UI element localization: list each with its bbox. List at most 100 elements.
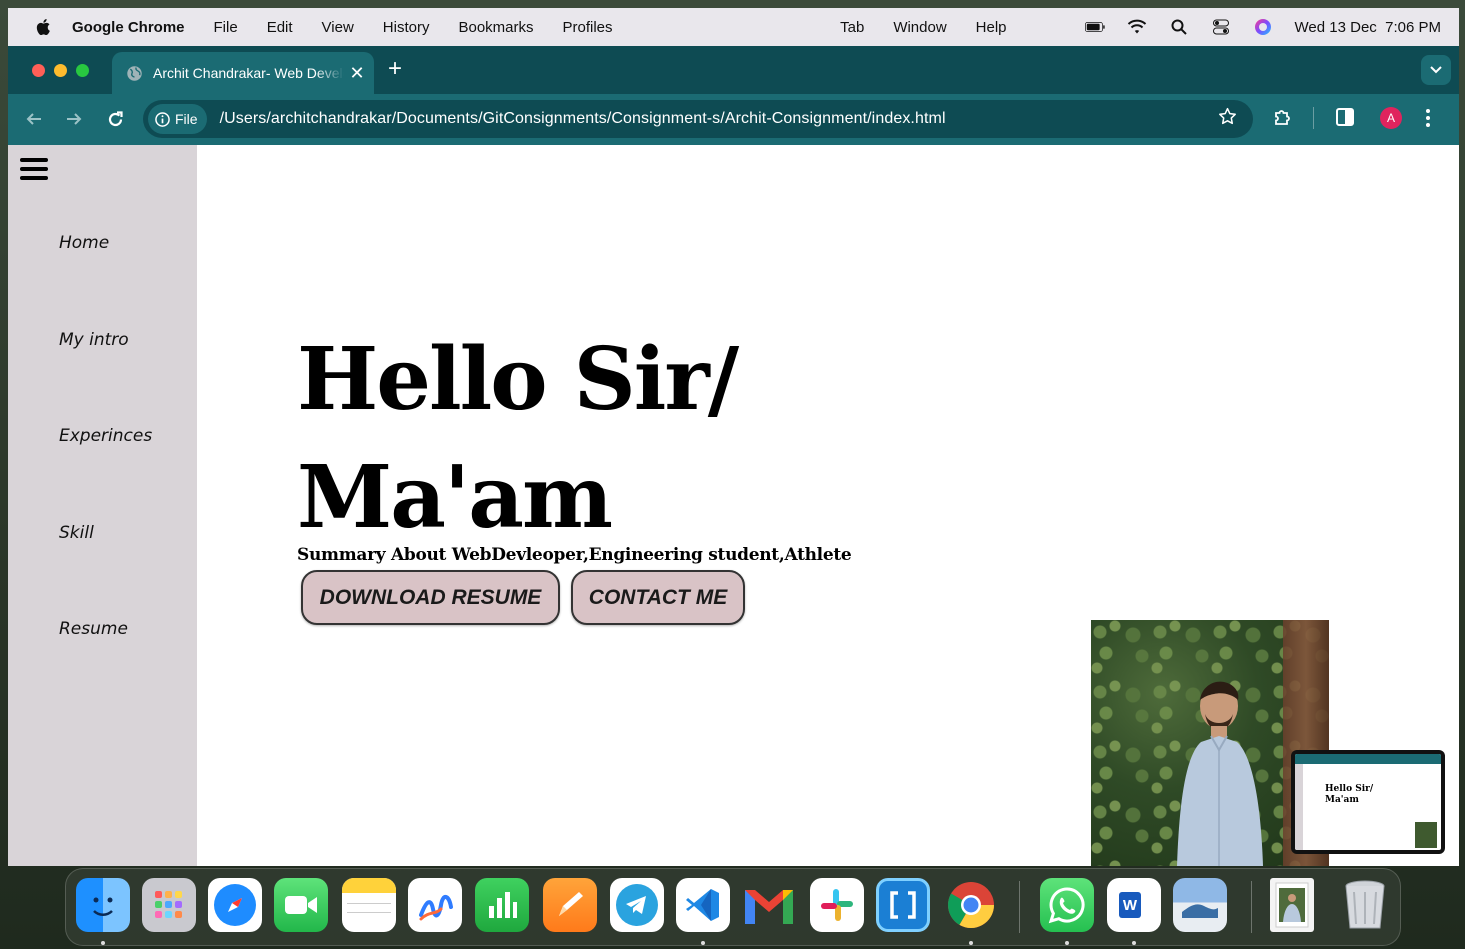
nav-link-resume[interactable]: Resume	[59, 619, 128, 639]
tab-strip: Archit Chandrakar- Web Developer ✕ +	[8, 46, 1459, 94]
pip-heading-line-1: Hello Sir/	[1325, 784, 1374, 794]
finder-icon[interactable]	[76, 878, 130, 932]
menu-view[interactable]: View	[322, 19, 354, 36]
pip-heading: Hello Sir/ Ma'am	[1325, 784, 1373, 806]
close-window-button[interactable]	[32, 63, 45, 77]
person-figure	[1177, 681, 1263, 866]
hamburger-menu-icon[interactable]	[20, 158, 48, 182]
contact-me-button[interactable]: CONTACT ME	[571, 570, 745, 625]
finder-running-dot	[101, 941, 105, 945]
window-controls	[32, 63, 89, 77]
tab-close-icon[interactable]: ✕	[344, 63, 370, 84]
profile-avatar[interactable]: A	[1380, 107, 1402, 129]
word-running-dot	[1132, 941, 1136, 945]
toolbar-divider	[1313, 107, 1314, 129]
side-panel-icon[interactable]	[1336, 108, 1356, 128]
nav-link-skill[interactable]: Skill	[59, 523, 94, 543]
pip-toolbar	[1295, 754, 1441, 764]
macos-dock: W	[65, 868, 1401, 946]
new-tab-button[interactable]: +	[388, 56, 402, 82]
brackets-icon[interactable]	[876, 878, 930, 932]
forward-button[interactable]	[64, 109, 84, 129]
whatsapp-icon[interactable]	[1040, 878, 1094, 932]
dock-separator	[1019, 881, 1020, 933]
pages-icon[interactable]	[543, 878, 597, 932]
back-button[interactable]	[24, 109, 44, 129]
pip-photo	[1415, 822, 1437, 848]
url-text[interactable]: /Users/architchandrakar/Documents/GitCon…	[220, 110, 1218, 128]
notes-icon-header	[342, 878, 396, 893]
hero-heading: Hello Sir/ Ma'am	[297, 321, 739, 557]
pip-screen: Hello Sir/ Ma'am	[1295, 754, 1441, 850]
whatsapp-running-dot	[1065, 941, 1069, 945]
telegram-icon[interactable]	[610, 878, 664, 932]
menu-profiles[interactable]: Profiles	[563, 19, 613, 36]
active-tab[interactable]: Archit Chandrakar- Web Developer ✕	[112, 52, 374, 94]
nav-link-home[interactable]: Home	[59, 233, 109, 253]
menu-history[interactable]: History	[383, 19, 430, 36]
menu-window[interactable]: Window	[893, 19, 946, 36]
tab-title: Archit Chandrakar- Web Developer	[153, 65, 344, 81]
notes-icon-line	[347, 903, 391, 904]
menu-tab[interactable]: Tab	[840, 19, 864, 36]
wifi-icon[interactable]	[1127, 18, 1147, 36]
nav-link-my-intro[interactable]: My intro	[59, 330, 129, 350]
word-icon[interactable]: W	[1107, 878, 1161, 932]
bookmark-star-icon[interactable]	[1218, 107, 1237, 131]
chrome-window: Archit Chandrakar- Web Developer ✕ + Fil…	[8, 46, 1459, 866]
menubar-status-area: Wed 13 Dec 7:06 PM	[1084, 18, 1441, 36]
menu-bookmarks[interactable]: Bookmarks	[458, 19, 533, 36]
freeform-icon[interactable]	[408, 878, 462, 932]
menu-file[interactable]: File	[214, 19, 238, 36]
site-info-chip[interactable]: File	[148, 104, 207, 134]
zoom-window-button[interactable]	[76, 63, 89, 77]
dock-separator	[1251, 881, 1252, 933]
trash-icon[interactable]	[1338, 878, 1392, 932]
site-sidebar: Home My intro Experinces Skill Resume	[8, 145, 197, 866]
word-icon-badge: W	[1119, 892, 1141, 918]
hero-summary: Summary About WebDevleoper,Engineering s…	[297, 545, 852, 565]
web-page: Home My intro Experinces Skill Resume He…	[8, 145, 1459, 866]
chevron-down-icon	[1430, 66, 1442, 74]
safari-icon[interactable]	[208, 878, 262, 932]
siri-icon[interactable]	[1253, 18, 1273, 36]
tab-search-button[interactable]	[1421, 55, 1451, 85]
macos-menubar: Google Chrome File Edit View History Boo…	[8, 8, 1459, 46]
apple-icon[interactable]	[34, 17, 54, 37]
download-resume-button[interactable]: DOWNLOAD RESUME	[301, 570, 560, 625]
slack-icon[interactable]	[810, 878, 864, 932]
gmail-icon[interactable]	[742, 878, 796, 932]
chrome-running-dot	[969, 941, 973, 945]
preview-icon[interactable]	[1173, 878, 1227, 932]
battery-icon[interactable]	[1084, 18, 1105, 36]
menu-help[interactable]: Help	[976, 19, 1007, 36]
vscode-running-dot	[701, 941, 705, 945]
pip-sidebar	[1295, 764, 1303, 850]
nav-link-experiences[interactable]: Experinces	[59, 426, 152, 446]
image-file-icon[interactable]	[1270, 878, 1314, 932]
launchpad-icon[interactable]	[142, 878, 196, 932]
menu-edit[interactable]: Edit	[267, 19, 293, 36]
browser-toolbar: File /Users/architchandrakar/Documents/G…	[8, 94, 1459, 145]
control-center-icon[interactable]	[1211, 18, 1231, 36]
picture-in-picture-preview[interactable]: Hello Sir/ Ma'am	[1291, 750, 1445, 854]
menubar-clock[interactable]: Wed 13 Dec 7:06 PM	[1295, 19, 1441, 36]
numbers-icon[interactable]	[475, 878, 529, 932]
hero-line-2: Ma'am	[297, 447, 613, 548]
minimize-window-button[interactable]	[54, 63, 67, 77]
facetime-icon[interactable]	[274, 878, 328, 932]
spotlight-search-icon[interactable]	[1169, 18, 1189, 36]
chrome-icon[interactable]	[944, 878, 998, 932]
notes-icon[interactable]	[342, 878, 396, 932]
reload-button[interactable]	[105, 109, 125, 129]
notes-icon-line	[347, 912, 391, 913]
hero-line-1: Hello Sir/	[297, 329, 739, 430]
arrow-right-icon	[67, 113, 82, 125]
address-bar[interactable]: File /Users/architchandrakar/Documents/G…	[143, 100, 1253, 138]
vscode-icon[interactable]	[676, 878, 730, 932]
info-icon	[155, 111, 170, 127]
extensions-icon[interactable]	[1273, 107, 1295, 129]
more-menu-icon[interactable]	[1426, 109, 1430, 127]
menu-app-name[interactable]: Google Chrome	[72, 19, 185, 36]
reload-icon	[108, 110, 123, 126]
